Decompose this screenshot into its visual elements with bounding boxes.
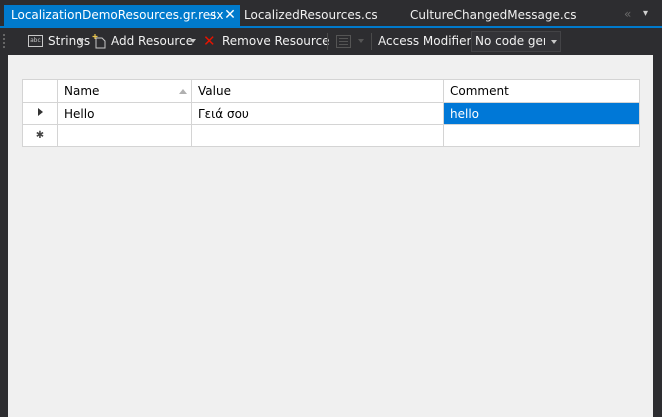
- toolbar-separator: [327, 33, 328, 50]
- access-modifier-select[interactable]: No code generation: [471, 31, 561, 52]
- view-icon: [336, 35, 351, 48]
- row-header[interactable]: [22, 102, 58, 125]
- chevron-down-icon: [358, 39, 364, 43]
- table-row[interactable]: Hello Γειά σου hello: [22, 102, 640, 125]
- add-resource-label: Add Resource: [111, 34, 194, 48]
- close-icon[interactable]: ✕: [223, 5, 237, 26]
- chevron-down-icon: [551, 40, 557, 44]
- pin-icon[interactable]: ⊣: [204, 5, 218, 26]
- cell-comment[interactable]: hello: [443, 102, 640, 125]
- column-header-label: Comment: [450, 84, 509, 98]
- tab-localized-resources[interactable]: LocalizedResources.cs: [244, 5, 378, 26]
- remove-resource-button[interactable]: ✕ Remove Resource: [198, 28, 330, 55]
- document-tab-strip: LocalizationDemoResources.gr.resx ⊣ ✕ Lo…: [0, 0, 662, 28]
- tab-label: LocalizedResources.cs: [244, 8, 378, 22]
- tab-label: LocalizationDemoResources.gr.resx: [11, 8, 224, 22]
- toolbar-separator: [371, 33, 372, 50]
- toolbar-grip[interactable]: [2, 33, 6, 50]
- column-header-comment[interactable]: Comment: [443, 79, 640, 103]
- row-header[interactable]: ✱: [22, 124, 58, 147]
- cell-value[interactable]: [191, 124, 444, 147]
- chevron-down-icon: [190, 39, 196, 43]
- chevron-down-icon: [78, 39, 84, 43]
- access-modifier-value: No code generation: [475, 34, 545, 48]
- tab-localization-demo-resources[interactable]: LocalizationDemoResources.gr.resx ⊣ ✕: [4, 5, 240, 28]
- strings-icon: abc: [28, 35, 43, 47]
- access-modifier-label: Access Modifier:: [378, 34, 476, 48]
- resource-designer-surface: Name Value Comment Hello Γειά σου hello: [8, 55, 653, 417]
- grid-header-row: Name Value Comment: [22, 79, 640, 103]
- add-resource-icon: [92, 34, 106, 49]
- column-header-label: Name: [64, 84, 100, 98]
- add-resource-button[interactable]: Add Resource: [88, 28, 198, 55]
- cell-comment[interactable]: [443, 124, 640, 147]
- remove-icon: ✕: [203, 32, 216, 50]
- strings-dropdown-button[interactable]: abc Strings: [12, 28, 90, 55]
- current-row-icon: [37, 108, 43, 116]
- sort-ascending-icon: [179, 89, 187, 94]
- tab-culture-changed-message[interactable]: CultureChangedMessage.cs: [410, 5, 577, 26]
- new-row[interactable]: ✱: [22, 124, 640, 147]
- column-header-label: Value: [198, 84, 231, 98]
- resource-toolbar: abc Strings Add Resource ✕ Remove Resour…: [0, 28, 662, 55]
- cell-value[interactable]: Γειά σου: [191, 102, 444, 125]
- cell-name[interactable]: [57, 124, 192, 147]
- column-header-name[interactable]: Name: [57, 79, 192, 103]
- remove-resource-label: Remove Resource: [222, 34, 330, 48]
- new-row-icon: ✱: [35, 130, 45, 141]
- view-dropdown-button[interactable]: [332, 28, 368, 55]
- cell-name[interactable]: Hello: [57, 102, 192, 125]
- resource-grid: Name Value Comment Hello Γειά σου hello: [22, 79, 640, 147]
- tab-label: CultureChangedMessage.cs: [410, 8, 577, 22]
- overflow-icon[interactable]: «: [624, 7, 638, 21]
- column-header-value[interactable]: Value: [191, 79, 444, 103]
- row-header-corner[interactable]: [22, 79, 58, 103]
- dropdown-icon[interactable]: ▾: [643, 7, 655, 21]
